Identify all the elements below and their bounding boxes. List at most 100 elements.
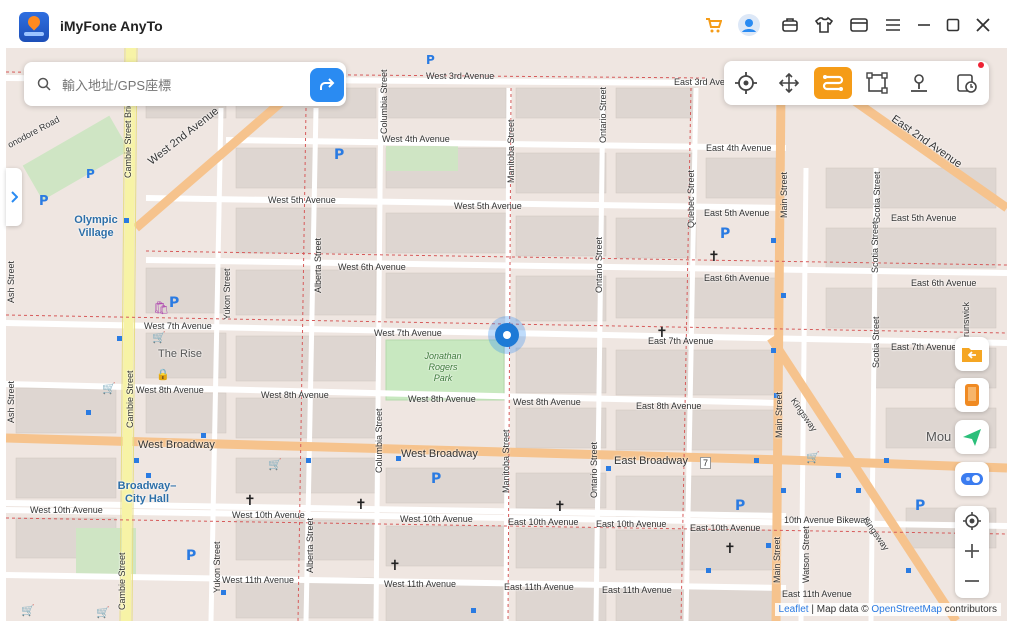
street-label: Alberta Street [313, 237, 323, 293]
osm-link[interactable]: OpenStreetMap [871, 604, 942, 615]
street-label: East 10th Avenue [690, 523, 761, 533]
user-avatar-icon[interactable] [738, 14, 760, 36]
street-label: East 8th Avenue [636, 401, 702, 411]
cart-icon[interactable] [702, 14, 724, 36]
street-label: Scotia Street [872, 171, 882, 223]
teleport-mode-button[interactable] [729, 67, 763, 99]
street-label: East 7th Avenue [648, 336, 714, 346]
street-label: Ontario Street [589, 441, 599, 498]
search-bar [24, 62, 346, 106]
street-label: Manitoba Street [501, 429, 511, 493]
street-label: East 6th Avenue [911, 278, 977, 288]
street-label: Columbia Street [374, 408, 384, 473]
svg-text:🛒: 🛒 [152, 331, 166, 344]
place-label: Mou [926, 429, 952, 444]
street-label: East 11th Avenue [504, 582, 574, 592]
street-label: Manitoba Street [506, 119, 516, 183]
street-label: West 8th Avenue [136, 385, 204, 395]
street-label: Alberta Street [305, 517, 315, 573]
svg-text:P: P [915, 498, 925, 514]
svg-text:✝: ✝ [355, 497, 367, 513]
current-location-marker[interactable] [488, 316, 526, 354]
zoom-controls [955, 506, 989, 598]
street-label: Cambie Street [117, 552, 127, 610]
street-label: West 5th Avenue [268, 195, 336, 205]
place-label: Broadway–City Hall [117, 480, 177, 505]
attribution-suffix: contributors [941, 604, 997, 615]
street-label: Yukon Street [222, 268, 232, 320]
street-label: West 6th Avenue [338, 262, 406, 272]
place-label: Olympic Village [74, 214, 118, 239]
close-icon[interactable] [972, 14, 994, 36]
svg-text:✝: ✝ [708, 249, 720, 265]
park-label: Jonathan Rogers Park [424, 351, 462, 383]
multi-stop-icon [866, 72, 888, 94]
street-label: Quebec Street [686, 169, 696, 228]
street-label: West 4th Avenue [382, 134, 450, 144]
street-label: Ash Street [6, 380, 16, 423]
street-label: East 10th Avenue [596, 519, 667, 529]
svg-text:✝: ✝ [724, 541, 736, 557]
svg-text:P: P [169, 295, 179, 311]
phone-icon [965, 384, 979, 406]
person-pin-icon [911, 74, 927, 92]
device-button[interactable] [955, 378, 989, 412]
svg-text:P: P [426, 53, 435, 67]
zoom-out-button[interactable] [955, 566, 989, 596]
svg-text:P: P [720, 226, 730, 242]
street-label: Watson Street [801, 526, 811, 583]
street-label: Scotia Street [871, 316, 881, 368]
mail-icon[interactable] [848, 14, 870, 36]
street-label: West 11th Avenue [222, 575, 295, 585]
street-label: 10th Avenue Bikeway [784, 515, 870, 525]
joystick-mode-button[interactable] [772, 67, 806, 99]
search-go-button[interactable] [310, 68, 344, 102]
search-input[interactable] [60, 74, 324, 96]
minus-icon [965, 580, 979, 582]
street-label: West 10th Avenue [30, 505, 103, 515]
svg-text:🔒: 🔒 [156, 368, 170, 381]
search-icon [37, 77, 51, 96]
jump-teleport-button[interactable] [902, 67, 936, 99]
street-label: West 10th Avenue [232, 510, 305, 520]
street-label: Main Street [772, 536, 782, 583]
move-arrows-icon [778, 72, 800, 94]
street-label: West Broadway [138, 439, 215, 451]
svg-text:P: P [334, 147, 344, 163]
toggle-switch-button[interactable] [955, 462, 989, 496]
street-label: Ash Street [6, 260, 16, 303]
street-label: East 4th Avenue [706, 143, 772, 153]
minimize-icon[interactable] [913, 14, 935, 36]
history-button[interactable] [950, 67, 984, 99]
street-label: West 11th Avenue [384, 579, 457, 589]
zoom-in-button[interactable] [955, 536, 989, 566]
maximize-icon[interactable] [942, 14, 964, 36]
menu-icon[interactable] [882, 14, 904, 36]
street-label: East Broadway [614, 455, 688, 467]
street-label: West 7th Avenue [144, 321, 212, 331]
street-label: West 8th Avenue [261, 390, 329, 400]
svg-text:🛒: 🛒 [268, 458, 282, 471]
multi-spot-mode-button[interactable] [860, 67, 894, 99]
street-label: Ontario Street [594, 236, 604, 293]
street-label: Main Street [779, 171, 789, 218]
send-location-button[interactable] [955, 420, 989, 454]
svg-text:🛍: 🛍 [153, 300, 170, 316]
route-shield: 7 [700, 457, 712, 469]
street-label: West 8th Avenue [513, 397, 581, 407]
tshirt-icon[interactable] [813, 14, 835, 36]
title-bar: iMyFone AnyTo [0, 0, 1013, 48]
two-spot-mode-button[interactable] [814, 67, 852, 99]
svg-text:🛒: 🛒 [102, 382, 116, 395]
toolbox-icon[interactable] [779, 14, 801, 36]
locate-me-button[interactable] [955, 506, 989, 536]
import-gpx-button[interactable] [955, 337, 989, 371]
svg-text:✝: ✝ [244, 493, 256, 509]
leaflet-link[interactable]: Leaflet [779, 604, 809, 615]
street-label: West Broadway [401, 448, 478, 460]
svg-text:✝: ✝ [389, 558, 401, 574]
sidebar-toggle[interactable] [6, 168, 22, 226]
map-view[interactable]: P P P P P P P P P P ✝ ✝ ✝ ✝ ✝ ✝ ✝ 🛍 🛒 🛒 … [6, 48, 1007, 621]
notification-dot [978, 62, 984, 68]
chevron-right-icon [11, 191, 18, 203]
